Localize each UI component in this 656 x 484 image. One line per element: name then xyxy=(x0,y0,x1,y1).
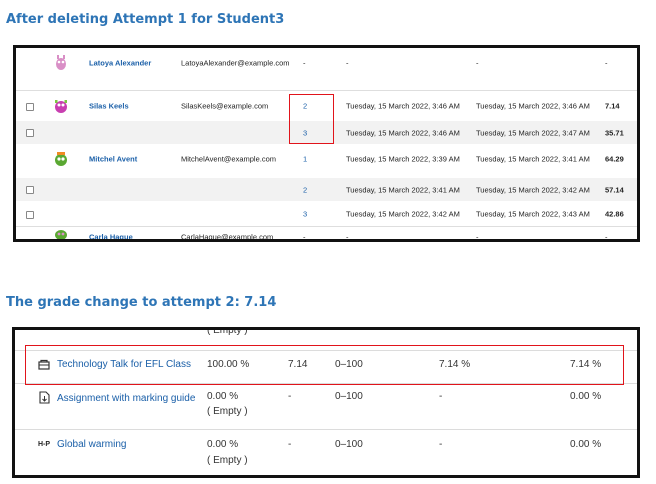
h5p-icon: H-P xyxy=(38,441,51,448)
attempt-grade: 64.29 xyxy=(605,154,624,164)
attempt-finished: Tuesday, 15 March 2022, 3:43 AM xyxy=(476,209,590,219)
attempt-number-link[interactable]: 3 xyxy=(303,210,307,219)
grade-item-link[interactable]: Global warming xyxy=(57,439,126,450)
table-row: Assignment with marking guide 0.00 % ( E… xyxy=(15,384,637,428)
grade-item-link[interactable]: Assignment with marking guide xyxy=(57,391,197,406)
attempt-number-link[interactable]: 2 xyxy=(303,185,307,194)
attempt-grade: 42.86 xyxy=(605,209,624,219)
student-email: CarlaHague@example.com xyxy=(181,232,274,242)
attempt-finished: Tuesday, 15 March 2022, 3:47 AM xyxy=(476,128,590,137)
attempt-number: - xyxy=(303,58,306,68)
attempt-started: - xyxy=(346,232,349,242)
range-value: 0–100 xyxy=(335,439,363,450)
user-grade-report: ( Empty ) Technology Talk for EFL Class … xyxy=(12,327,640,478)
student-name-link[interactable]: Carla Hague xyxy=(89,233,133,240)
attempt-grade: 35.71 xyxy=(605,128,624,137)
weight-empty: ( Empty ) xyxy=(207,406,248,417)
quiz-attempts-table: Latoya Alexander LatoyaAlexander@example… xyxy=(13,45,640,242)
table-row: H-P Global warming 0.00 % ( Empty ) - 0–… xyxy=(15,430,637,475)
attempt-started: Tuesday, 15 March 2022, 3:39 AM xyxy=(346,154,460,164)
row-checkbox[interactable] xyxy=(26,186,34,194)
weight-value: 0.00 % xyxy=(207,439,239,450)
percentage-value: - xyxy=(439,391,443,402)
highlight-box xyxy=(25,345,624,385)
avatar xyxy=(51,96,71,116)
attempt-started: Tuesday, 15 March 2022, 3:46 AM xyxy=(346,101,460,111)
attempt-finished: Tuesday, 15 March 2022, 3:41 AM xyxy=(476,154,590,164)
table-row: 3 Tuesday, 15 March 2022, 3:42 AM Tuesda… xyxy=(16,202,637,226)
attempt-grade: 7.14 xyxy=(605,101,620,111)
weight-empty: ( Empty ) xyxy=(207,455,248,466)
attempt-number: - xyxy=(303,232,306,242)
student-name-link[interactable]: Mitchel Avent xyxy=(89,155,137,164)
avatar xyxy=(51,227,71,239)
attempt-started: Tuesday, 15 March 2022, 3:46 AM xyxy=(346,128,460,137)
contribution-value: 0.00 % xyxy=(570,391,602,402)
row-checkbox[interactable] xyxy=(26,129,34,137)
student-email: LatoyaAlexander@example.com xyxy=(181,58,290,68)
attempt-started: - xyxy=(346,58,349,68)
empty-label: ( Empty ) xyxy=(207,327,248,336)
row-checkbox[interactable] xyxy=(26,210,34,219)
attempt-grade: - xyxy=(605,232,608,242)
table-row: Carla Hague CarlaHague@example.com - - -… xyxy=(16,227,637,242)
contribution-value: 0.00 % xyxy=(570,439,602,450)
avatar xyxy=(51,53,71,73)
grade-value: - xyxy=(288,439,292,450)
percentage-value: - xyxy=(439,439,443,450)
attempt-started: Tuesday, 15 March 2022, 3:41 AM xyxy=(346,185,460,194)
attempt-finished: - xyxy=(476,232,479,242)
avatar xyxy=(51,149,71,169)
attempt-started: Tuesday, 15 March 2022, 3:42 AM xyxy=(346,209,460,219)
student-email: MitchelAvent@example.com xyxy=(181,154,277,164)
attempt-finished: Tuesday, 15 March 2022, 3:46 AM xyxy=(476,101,590,111)
assignment-icon xyxy=(39,391,50,407)
table-row: Mitchel Avent MitchelAvent@example.com 1… xyxy=(16,144,637,174)
section1-heading: After deleting Attempt 1 for Student3 xyxy=(6,12,285,27)
row-checkbox[interactable] xyxy=(26,102,34,111)
student-email: SilasKeels@example.com xyxy=(181,101,269,111)
table-row: 2 Tuesday, 15 March 2022, 3:41 AM Tuesda… xyxy=(16,178,637,201)
grade-value: - xyxy=(288,391,292,402)
attempt-finished: - xyxy=(476,58,479,68)
attempt-number-link[interactable]: 1 xyxy=(303,155,307,164)
highlight-box xyxy=(289,94,334,144)
table-row: Latoya Alexander LatoyaAlexander@example… xyxy=(16,48,637,78)
grade-item-link-text[interactable]: Assignment with marking guide xyxy=(57,391,197,406)
student-name-link[interactable]: Latoya Alexander xyxy=(89,59,151,68)
section2-heading: The grade change to attempt 2: 7.14 xyxy=(6,295,277,310)
attempt-grade: 57.14 xyxy=(605,185,624,194)
attempt-grade: - xyxy=(605,58,608,68)
attempt-finished: Tuesday, 15 March 2022, 3:42 AM xyxy=(476,185,590,194)
range-value: 0–100 xyxy=(335,391,363,402)
student-name-link[interactable]: Silas Keels xyxy=(89,102,129,111)
weight-value: 0.00 % xyxy=(207,391,239,402)
